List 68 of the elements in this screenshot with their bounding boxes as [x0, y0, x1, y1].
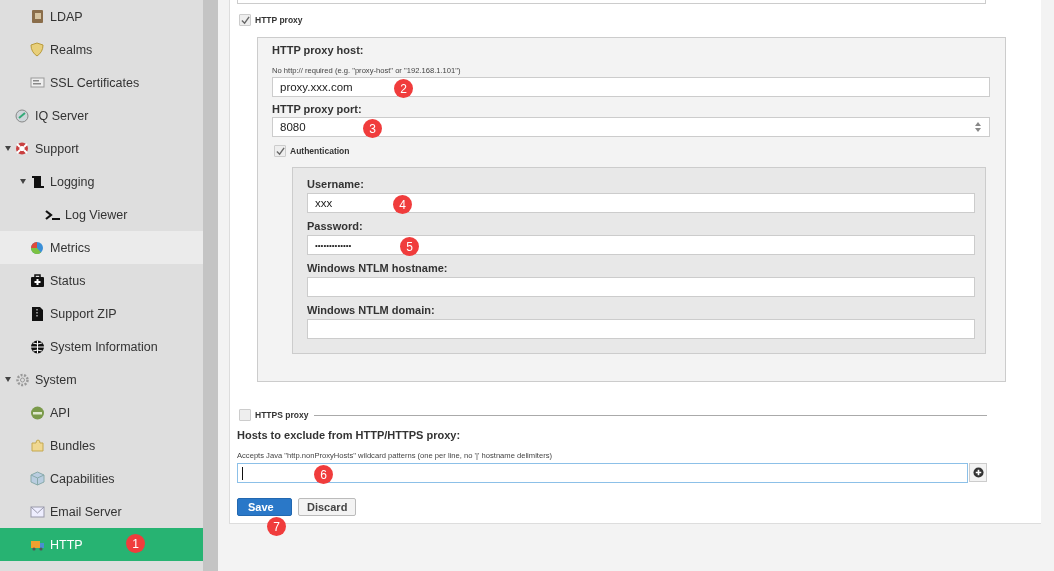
certificate-icon [30, 75, 45, 90]
spinner-icon[interactable] [974, 121, 982, 133]
number-badge: 1 [126, 534, 145, 553]
medical-kit-icon [30, 273, 45, 288]
zip-file-icon [30, 306, 45, 321]
checkbox-label: Authentication [290, 146, 350, 156]
sidebar-item[interactable]: Status [0, 264, 203, 297]
sidebar-item[interactable]: Capabilities [0, 462, 203, 495]
expand-toggle-icon[interactable] [5, 377, 11, 382]
scroll-icon [30, 174, 45, 189]
field-label: HTTP proxy host: [272, 42, 365, 58]
sidebar-item[interactable]: Metrics [0, 231, 203, 264]
input-field[interactable]: 6 [237, 463, 968, 483]
envelope-icon [30, 504, 45, 519]
field-label: Username: [307, 176, 365, 192]
number-badge: 7 [267, 517, 286, 536]
expand-toggle-icon[interactable] [5, 146, 11, 151]
plus-circle-icon [972, 467, 984, 478]
input-field[interactable]: 8080 3 [272, 117, 990, 137]
sidebar-item[interactable]: SSL Certificates [0, 66, 203, 99]
gear-icon [15, 372, 30, 387]
sidebar-item[interactable]: Bundles [0, 429, 203, 462]
book-icon [30, 9, 45, 24]
checkbox-label: HTTPS proxy [255, 410, 309, 420]
field-label: Windows NTLM domain: [307, 302, 436, 318]
scrollbar[interactable] [203, 0, 218, 571]
sidebar-item[interactable]: Realms [0, 33, 203, 66]
cube-icon [30, 471, 45, 486]
input-field[interactable] [307, 319, 975, 339]
sidebar-item[interactable]: System [0, 363, 203, 396]
sidebar-item[interactable]: API [0, 396, 203, 429]
input-field[interactable]: proxy.xxx.com 2 [272, 77, 990, 97]
input-field[interactable] [307, 277, 975, 297]
number-badge: 6 [314, 465, 333, 484]
number-badge: 4 [393, 195, 412, 214]
number-badge: 3 [363, 119, 382, 138]
sidebar-item[interactable]: LDAP [0, 0, 203, 33]
sidebar-item[interactable]: IQ Server [0, 99, 203, 132]
pie-chart-icon [30, 240, 45, 255]
lifebuoy-icon [15, 141, 30, 156]
sidebar-item[interactable]: Support ZIP [0, 297, 203, 330]
sidebar-item[interactable]: Logging [0, 165, 203, 198]
add-button[interactable] [969, 463, 987, 482]
sidebar-item[interactable]: Support [0, 132, 203, 165]
field-label: Windows NTLM hostname: [307, 260, 449, 276]
field-label: Hosts to exclude from HTTP/HTTPS proxy: [237, 427, 462, 443]
checkbox[interactable] [239, 14, 251, 26]
save-button[interactable]: Save [237, 498, 292, 516]
sidebar-item[interactable]: HTTP 1 [0, 528, 203, 561]
field-label: Password: [307, 218, 364, 234]
expand-toggle-icon[interactable] [20, 179, 26, 184]
terminal-icon [45, 207, 60, 222]
number-badge: 2 [394, 79, 413, 98]
checkbox[interactable] [274, 145, 286, 157]
discard-button[interactable]: Discard [298, 498, 357, 516]
input-field[interactable]: xxx 4 [307, 193, 975, 213]
shield-icon [30, 42, 45, 57]
field-label: HTTP proxy port: [272, 101, 363, 117]
sidebar-item[interactable]: Email Server [0, 495, 203, 528]
globe-icon [30, 339, 45, 354]
input-field[interactable] [237, 0, 986, 4]
input-field[interactable]: ••••••••••••• 5 [307, 235, 975, 255]
number-badge: 5 [400, 237, 419, 256]
checkbox-label: HTTP proxy [255, 15, 303, 25]
sidebar-item[interactable]: System Information [0, 330, 203, 363]
text-cursor [242, 466, 243, 480]
checkbox[interactable] [239, 409, 251, 421]
sidebar-item[interactable]: Log Viewer [0, 198, 203, 231]
